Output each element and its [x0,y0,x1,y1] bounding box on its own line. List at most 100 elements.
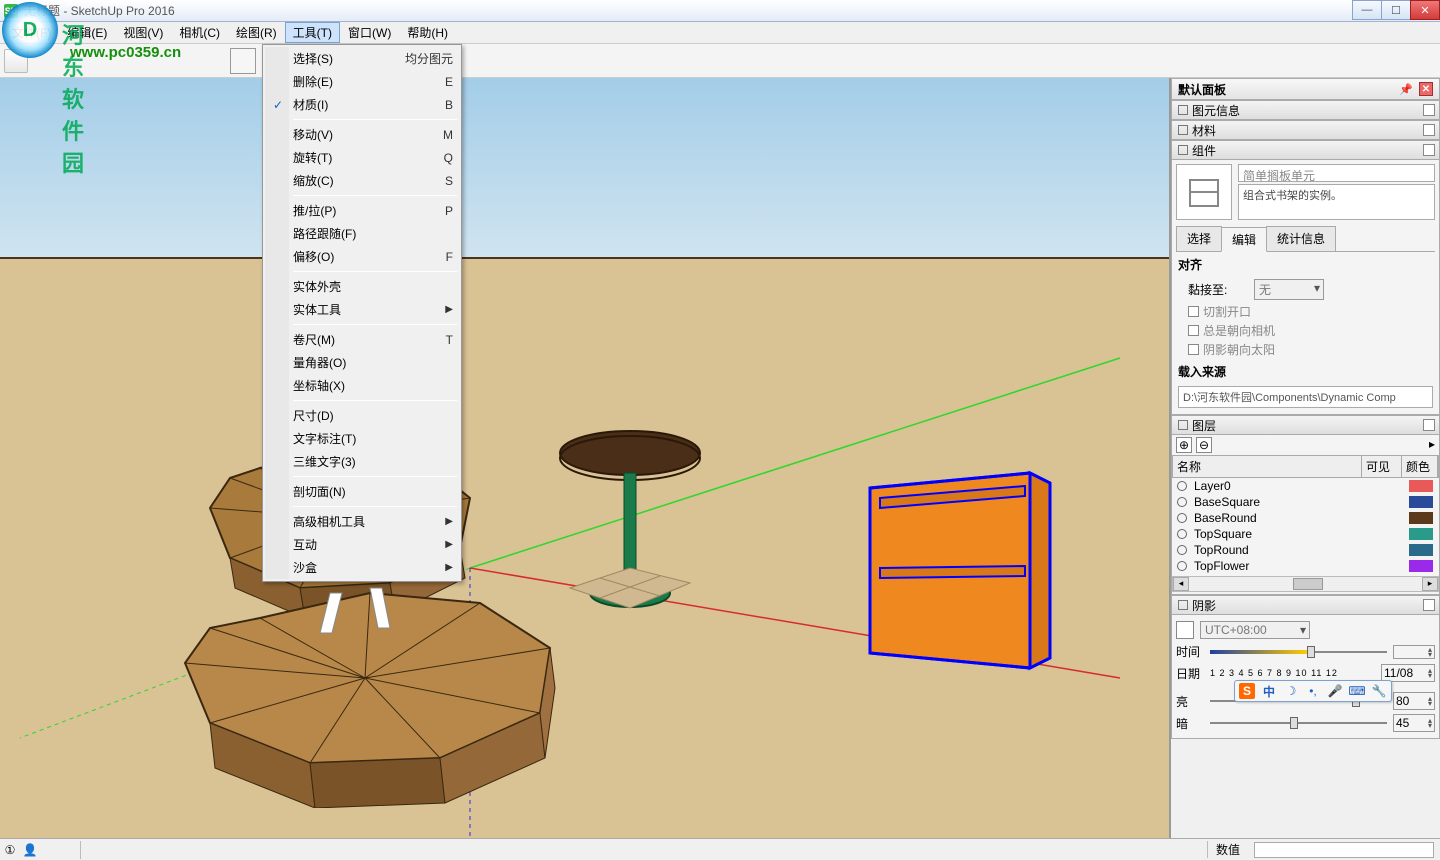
tray-header[interactable]: 默认面板 📌 ✕ [1171,78,1440,100]
layer-row[interactable]: TopFlower [1172,558,1439,574]
close-tray-button[interactable]: ✕ [1419,82,1433,96]
collapse-icon[interactable] [1423,419,1435,431]
collapse-icon[interactable] [1423,124,1435,136]
component-desc-textarea[interactable]: 组合式书架的实例。 [1238,184,1435,220]
cut-opening-checkbox: 切割开口 [1176,302,1435,321]
status-bar: ① 👤 数值 [0,838,1440,860]
layer-col-visible[interactable]: 可见 [1362,456,1402,477]
ime-punct-icon[interactable]: •, [1305,683,1321,699]
menu-item[interactable]: 坐标轴(X) [265,374,459,397]
layer-col-color[interactable]: 颜色 [1402,456,1438,477]
close-button[interactable]: ✕ [1410,0,1440,20]
component-thumbnail [1176,164,1232,220]
delete-layer-button[interactable]: ⊖ [1196,437,1212,453]
toolbar-button[interactable] [230,48,256,74]
menu-item[interactable]: 材质(I)B [265,93,459,116]
timezone-select[interactable]: UTC+08:00 [1200,621,1310,639]
component-tab[interactable]: 统计信息 [1266,226,1336,251]
menu-item[interactable]: 沙盒▶ [265,556,459,579]
tools-menu-dropdown: 选择(S)均分图元删除(E)E材质(I)B 移动(V)M旋转(T)Q缩放(C)S 推… [262,44,462,582]
menu-item[interactable]: 旋转(T)Q [265,146,459,169]
viewport-3d[interactable] [0,78,1170,838]
toolbar [0,44,1440,78]
measurement-input[interactable] [1254,842,1434,858]
layer-row[interactable]: Layer0 [1172,478,1439,494]
menu-item[interactable]: 量角器(O) [265,351,459,374]
toolbar-button[interactable] [4,49,28,73]
menu-item[interactable]: 剖切面(N) [265,480,459,503]
layer-row[interactable]: BaseSquare [1172,494,1439,510]
time-value[interactable]: ▴▾ [1393,645,1435,659]
menu-bar: 文件(F)编辑(E)视图(V)相机(C)绘图(R)工具(T)窗口(W)帮助(H) [0,22,1440,44]
date-label: 日期 [1176,665,1204,682]
menu-item[interactable]: 推/拉(P)P [265,199,459,222]
menu-6[interactable]: 窗口(W) [340,22,399,43]
panel-materials[interactable]: 材料 [1171,120,1440,140]
layer-row[interactable]: TopSquare [1172,526,1439,542]
menu-item[interactable]: 删除(E)E [265,70,459,93]
panel-shadows[interactable]: 阴影 [1171,595,1440,615]
ime-mic-icon[interactable]: 🎤 [1327,683,1343,699]
menu-item[interactable]: 路径跟随(F) [265,222,459,245]
menu-item[interactable]: 选择(S)均分图元 [265,47,459,70]
light-value[interactable]: 80▴▾ [1393,692,1435,710]
panel-components[interactable]: 组件 [1171,140,1440,160]
app-icon: SU [4,4,18,18]
source-path-field[interactable]: D:\河东软件园\Components\Dynamic Comp [1178,386,1433,408]
face-camera-checkbox: 总是朝向相机 [1176,321,1435,340]
light-label: 亮 [1176,693,1204,710]
status-user-icon[interactable]: 👤 [20,843,40,857]
dark-value[interactable]: 45▴▾ [1393,714,1435,732]
menu-item[interactable]: 实体工具▶ [265,298,459,321]
menu-item[interactable]: 互动▶ [265,533,459,556]
glue-label: 黏接至: [1188,281,1248,298]
menu-item[interactable]: 偏移(O)F [265,245,459,268]
menu-item[interactable]: 三维文字(3) [265,450,459,473]
menu-2[interactable]: 视图(V) [115,22,171,43]
menu-7[interactable]: 帮助(H) [399,22,456,43]
date-scale: 1 2 3 4 5 6 7 8 9 10 11 12 [1210,668,1375,678]
ime-toolbar[interactable]: S 中 ☽ •, 🎤 ⌨ 🔧 [1234,680,1392,702]
component-tab[interactable]: 选择 [1176,226,1222,251]
status-help-icon[interactable]: ① [0,843,20,857]
layer-row[interactable]: TopRound [1172,542,1439,558]
minimize-button[interactable]: — [1352,0,1382,20]
layer-menu-button[interactable]: ▸ [1429,437,1435,453]
menu-0[interactable]: 文件(F) [4,22,59,43]
collapse-icon[interactable] [1423,599,1435,611]
menu-item[interactable]: 高级相机工具▶ [265,510,459,533]
layer-row[interactable]: BaseRound [1172,510,1439,526]
ime-mode-button[interactable]: 中 [1261,683,1277,699]
menu-item[interactable]: 实体外壳 [265,275,459,298]
collapse-icon[interactable] [1423,104,1435,116]
menu-item[interactable]: 移动(V)M [265,123,459,146]
panel-entity-info[interactable]: 图元信息 [1171,100,1440,120]
component-tab[interactable]: 编辑 [1221,227,1267,252]
menu-item[interactable]: 尺寸(D) [265,404,459,427]
ime-settings-icon[interactable]: 🔧 [1371,683,1387,699]
ime-keyboard-icon[interactable]: ⌨ [1349,683,1365,699]
menu-item[interactable]: 卷尺(M)T [265,328,459,351]
glue-select[interactable]: 无 [1254,279,1324,300]
shadow-toggle-button[interactable] [1176,621,1194,639]
menu-item[interactable]: 缩放(C)S [265,169,459,192]
panel-layers[interactable]: 图层 [1171,415,1440,435]
layer-col-name[interactable]: 名称 [1173,456,1362,477]
component-name-input[interactable]: 简单搁板单元 [1238,164,1435,182]
shadows-face-sun-checkbox: 阴影朝向太阳 [1176,340,1435,359]
measurement-label: 数值 [1207,841,1248,858]
time-slider[interactable] [1210,645,1387,659]
menu-1[interactable]: 编辑(E) [59,22,115,43]
pin-icon[interactable]: 📌 [1399,83,1413,96]
maximize-button[interactable]: ☐ [1381,0,1411,20]
menu-5[interactable]: 工具(T) [285,22,340,43]
layers-scrollbar[interactable]: ◂▸ [1172,576,1439,592]
dark-slider[interactable] [1210,716,1387,730]
add-layer-button[interactable]: ⊕ [1176,437,1192,453]
menu-4[interactable]: 绘图(R) [228,22,285,43]
menu-3[interactable]: 相机(C) [171,22,228,43]
menu-item[interactable]: 文字标注(T) [265,427,459,450]
align-section-label: 对齐 [1176,252,1435,277]
collapse-icon[interactable] [1423,144,1435,156]
ime-moon-icon[interactable]: ☽ [1283,683,1299,699]
